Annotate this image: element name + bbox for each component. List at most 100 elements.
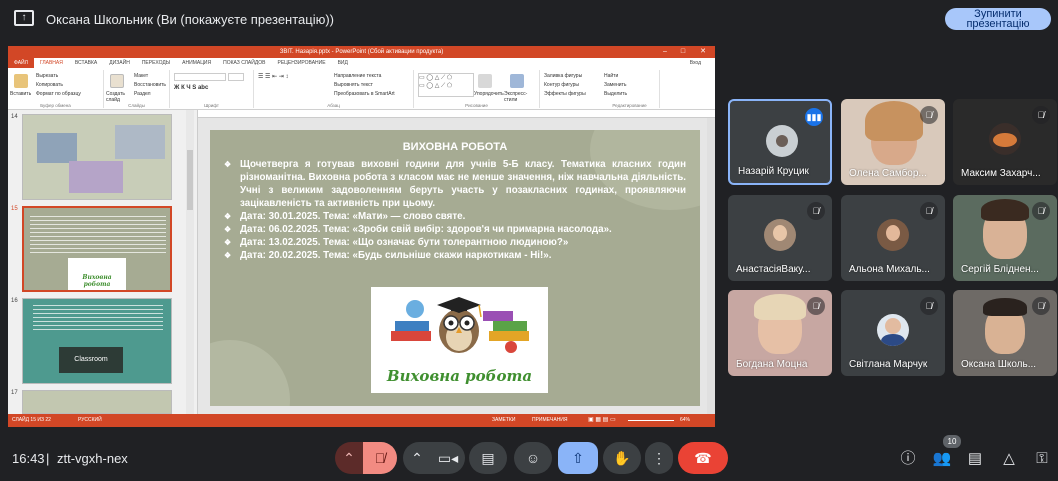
notes-button[interactable]: ЗАМЕТКИ [492,414,515,427]
meet-top-bar: ↑ Оксана Школьник (Ви (покажуєте презент… [0,0,1058,38]
smartart-button[interactable]: Преобразовать в SmartArt [334,91,395,97]
mic-options-button[interactable]: ⌃ [335,442,363,474]
participant-tile[interactable]: 🎙̸ Оксана Школь... [953,290,1057,376]
thumb-image [115,125,165,159]
slide-heading: ВИХОВНА РОБОТА [402,141,508,153]
host-controls-button[interactable]: ⚿ [1031,448,1053,470]
new-slide-button[interactable]: Создать слайд [106,91,132,103]
paste-icon[interactable] [14,74,28,88]
arrange-button[interactable]: Упорядочить [474,91,504,97]
tab-animation[interactable]: АНИМАЦИЯ [176,58,217,68]
select-button[interactable]: Выделить [604,91,627,97]
zoom-level[interactable]: 64% [680,414,690,427]
people-button[interactable]: 👥 [931,448,953,470]
align-text-button[interactable]: Выровнять текст [334,82,373,88]
bold-icon[interactable]: Ж К Ч S abc [174,85,208,91]
participant-tile[interactable]: 🎙̸ Альона Михаль... [841,195,945,281]
participant-tile[interactable]: 🎙̸ АнастасіяВаку... [728,195,832,281]
tab-slideshow[interactable]: ПОКАЗ СЛАЙДОВ [217,58,271,68]
cut-button[interactable]: Вырезать [36,73,58,79]
raise-hand-icon: ✋ [613,450,631,466]
mic-off-icon: 🎙̸ [1032,106,1050,124]
more-options-button[interactable]: ⋮ [645,442,673,474]
close-icon[interactable]: ✕ [696,46,710,58]
layout-button[interactable]: Макет [134,73,148,79]
more-options-icon: ⋮ [652,450,666,466]
shape-outline-button[interactable]: Контур фигуры [544,82,579,88]
shapes-gallery[interactable]: ▭ ◯ △ ⟋ ⬠ ▭ ◯ △ ⟋ ⬠ [418,73,474,97]
tab-design[interactable]: ДИЗАЙН [103,58,136,68]
meeting-details-button[interactable]: ⓘ [897,448,919,470]
shape-effects-button[interactable]: Эффекты фигуры [544,91,586,97]
slide-thumbnail-14[interactable] [22,114,172,200]
ppt-status-bar: СЛАЙД 15 ИЗ 22 РУССКИЙ ЗАМЕТКИ ПРИМЕЧАНИ… [8,414,715,427]
participant-tile[interactable]: 🎙̸ Сергій Бліднен... [953,195,1057,281]
find-button[interactable]: Найти [604,73,618,79]
slide-thumbnail-17[interactable] [22,390,172,414]
camera-toggle-button[interactable]: ▭◂ [431,442,465,474]
zoom-slider[interactable] [628,420,674,421]
stop-presenting-button[interactable]: Зупинити презентацію [945,8,1051,30]
format-painter-button[interactable]: Формат по образцу [36,91,81,97]
scroll-handle[interactable] [187,150,193,210]
thumbnails-scrollbar[interactable] [186,110,194,414]
camera-options-button[interactable]: ⌃ [403,442,431,474]
tab-view[interactable]: ВИД [332,58,354,68]
mic-toggle-button[interactable]: 🎙̸ [363,442,397,474]
slide-thumbnail-15[interactable]: Виховна робота [22,206,172,292]
tab-insert[interactable]: ВСТАВКА [69,58,103,68]
section-button[interactable]: Раздел [134,91,151,97]
activities-button[interactable]: △ [998,448,1020,470]
participant-count-badge: 10 [943,435,961,448]
tab-review[interactable]: РЕЦЕНЗИРОВАНИЕ [271,58,331,68]
tab-file[interactable]: ФАЙЛ [8,58,34,68]
tab-transitions[interactable]: ПЕРЕХОДЫ [136,58,176,68]
font-size-select[interactable] [228,73,244,81]
slide-thumbnail-16[interactable]: Classroom [22,298,172,384]
paste-button[interactable]: Вставить [10,91,31,97]
reset-button[interactable]: Восстановить [134,82,166,88]
bar-separator: | [46,451,50,466]
new-slide-icon[interactable] [110,74,124,88]
arrange-icon[interactable] [478,74,492,88]
quick-styles-button[interactable]: Экспресс-стили [504,91,534,103]
participant-tile[interactable]: 🎙̸ Олена Самбор... [841,99,945,185]
minimize-icon[interactable]: – [658,46,672,58]
emoji-reactions-button[interactable]: ☺ [514,442,552,474]
participant-tile[interactable]: 🎙̸ Максим Захарч... [953,99,1057,185]
captions-button[interactable]: ▤ [469,442,507,474]
font-name-select[interactable] [174,73,226,81]
font-group-label: Шрифт [204,103,219,108]
drawing-group: ▭ ◯ △ ⟋ ⬠ ▭ ◯ △ ⟋ ⬠ Упорядочить Экспресс-… [414,70,540,108]
paragraph-group: ☰ ☰ ⇤ ⇥ ↕ Направление текста Выровнять т… [254,70,414,108]
present-now-button[interactable]: ⇧ [558,442,598,474]
comments-button[interactable]: ПРИМЕЧАНИЯ [532,414,568,427]
participant-name: Максим Захарч... [961,168,1041,179]
raise-hand-button[interactable]: ✋ [603,442,641,474]
maximize-icon[interactable]: □ [676,46,690,58]
tab-home[interactable]: ГЛАВНАЯ [34,58,69,68]
leave-call-button[interactable]: ☎ [678,442,728,474]
participant-tile[interactable]: 🎙̸ Богдана Моцна [728,290,832,376]
shape-fill-button[interactable]: Заливка фигуры [544,73,582,79]
clipboard-group-label: Буфер обмена [40,103,71,108]
people-icon: 👥 [932,450,952,467]
bullet-icon: ❖ [224,251,232,260]
decorative-shape [210,340,290,406]
participant-hair [981,199,1029,221]
copy-button[interactable]: Копировать [36,82,63,88]
participant-tile[interactable]: 🎙̸ Світлана Марчук [841,290,945,376]
quick-styles-icon[interactable] [510,74,524,88]
slide-vertical-scrollbar[interactable] [707,118,715,414]
ppt-ribbon-tabs: ФАЙЛ ГЛАВНАЯ ВСТАВКА ДИЗАЙН ПЕРЕХОДЫ АНИ… [8,58,715,68]
current-slide[interactable]: ВИХОВНА РОБОТА ❖ Щочетверга я готував вих… [210,130,700,406]
sign-in-link[interactable]: Вход [690,58,701,68]
ppt-title-bar: ЗВІТ. Назарія.pptx - PowerPoint (Сбой ак… [8,46,715,58]
participant-tile[interactable]: ▮▮▮ Назарій Круцик [728,99,832,185]
replace-button[interactable]: Заменить [604,82,626,88]
slide-picture[interactable]: Виховна робота [371,287,548,393]
list-icons[interactable]: ☰ ☰ ⇤ ⇥ ↕ [258,73,288,80]
chat-button[interactable]: ▤ [964,448,986,470]
view-icons[interactable]: ▣ ▦ ▤ ▭ [588,414,616,427]
text-direction-button[interactable]: Направление текста [334,73,381,79]
